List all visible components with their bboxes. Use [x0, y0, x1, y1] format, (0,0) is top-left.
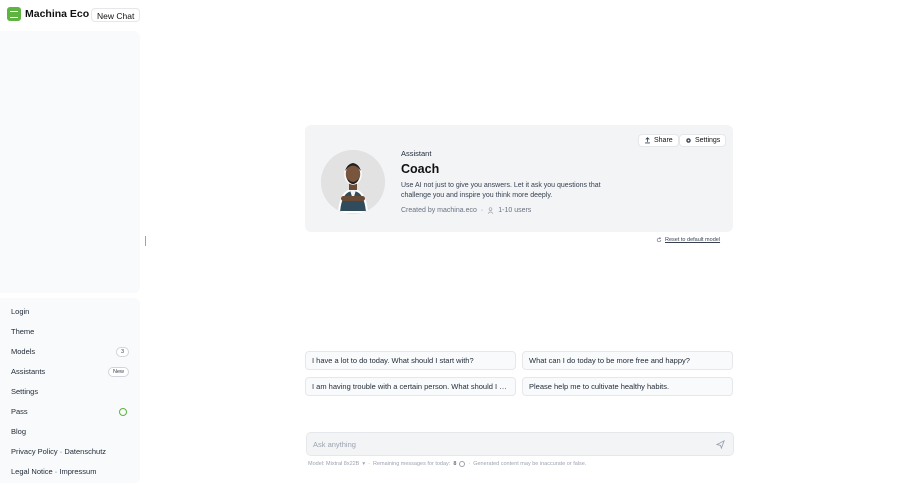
- separator-dot: ·: [480, 207, 484, 214]
- settings-label: Settings: [695, 137, 721, 144]
- sidebar-item-label: Privacy Policy · Datenschutz: [11, 447, 107, 456]
- new-chat-button[interactable]: New Chat: [91, 8, 141, 22]
- chevron-down-icon[interactable]: ▾: [362, 461, 365, 467]
- disclaimer: Generated content may be inaccurate or f…: [473, 461, 587, 467]
- users-icon: [487, 207, 494, 214]
- reset-label: Reset to default model: [665, 237, 721, 243]
- refresh-icon: [656, 237, 662, 243]
- new-badge: New: [107, 367, 129, 377]
- footer-status: Model: Mixtral 8x22B ▾ · Remaining messa…: [308, 461, 586, 467]
- share-button[interactable]: Share: [638, 134, 679, 147]
- sidebar-item-login[interactable]: Login: [11, 306, 129, 318]
- chat-bubble-logo-icon: [7, 7, 21, 21]
- assistant-card: Share Settings Assistant Coach Use AI no…: [305, 125, 733, 232]
- info-icon[interactable]: [459, 461, 466, 467]
- separator-dot: ·: [468, 461, 471, 467]
- ask-input[interactable]: [313, 438, 703, 451]
- sidebar-item-settings[interactable]: Settings: [11, 386, 129, 398]
- sidebar-item-privacy-policy[interactable]: Privacy Policy · Datenschutz: [11, 446, 129, 458]
- reset-model-link[interactable]: Reset to default model: [656, 237, 720, 243]
- sidebar-history-panel: [0, 31, 140, 293]
- sidebar-item-label: Legal Notice · Impressum: [11, 467, 97, 476]
- separator-dot: ·: [368, 461, 370, 467]
- sidebar-item-label: Settings: [11, 387, 39, 396]
- gear-icon: [686, 138, 691, 143]
- sidebar-collapse-handle[interactable]: [145, 236, 146, 246]
- composer: [306, 432, 734, 456]
- assistant-description: Use AI not just to give you answers. Let…: [401, 182, 601, 199]
- user-count: 1-10 users: [498, 207, 532, 214]
- check-circle-icon: [119, 408, 127, 416]
- sidebar-item-models[interactable]: Models 3: [11, 346, 129, 358]
- suggestion-chip[interactable]: What can I do today to be more free and …: [522, 351, 733, 370]
- send-icon[interactable]: [716, 440, 725, 449]
- settings-button[interactable]: Settings: [679, 134, 727, 147]
- sidebar-item-label: Blog: [11, 427, 27, 436]
- suggestion-chip[interactable]: I am having trouble with a certain perso…: [305, 377, 516, 396]
- model-selector[interactable]: Model: Mixtral 8x22B: [308, 461, 359, 467]
- suggestion-chip[interactable]: I have a lot to do today. What should I …: [305, 351, 516, 370]
- remaining-label: Remaining messages for today:: [372, 461, 451, 467]
- assistant-kicker: Assistant: [401, 149, 432, 158]
- top-bar: Machina Eco New Chat: [0, 0, 900, 30]
- sidebar-menu: Login Theme Models 3 Assistants New Sett…: [0, 298, 140, 483]
- coach-avatar: [321, 150, 385, 214]
- sidebar-item-theme[interactable]: Theme: [11, 326, 129, 338]
- sidebar-item-blog[interactable]: Blog: [11, 426, 129, 438]
- remaining-count: 8: [453, 461, 457, 467]
- sidebar-item-pass[interactable]: Pass: [11, 406, 129, 418]
- assistant-name: Coach: [401, 162, 440, 176]
- brand-logo[interactable]: Machina Eco: [7, 7, 89, 21]
- sidebar-item-label: Pass: [11, 407, 28, 416]
- share-icon: [645, 137, 650, 144]
- share-label: Share: [654, 137, 673, 144]
- suggestion-chip[interactable]: Please help me to cultivate healthy habi…: [522, 377, 733, 396]
- created-by[interactable]: Created by machina.eco: [401, 207, 477, 214]
- assistant-meta: Created by machina.eco · 1-10 users: [401, 207, 531, 214]
- sidebar-item-label: Login: [11, 307, 30, 316]
- brand-name: Machina Eco: [25, 8, 90, 20]
- sidebar-item-label: Assistants: [11, 367, 46, 376]
- sidebar-item-label: Models: [11, 347, 36, 356]
- sidebar-item-legal-notice[interactable]: Legal Notice · Impressum: [11, 466, 129, 478]
- sidebar-item-assistants[interactable]: Assistants New: [11, 366, 129, 378]
- sidebar-item-label: Theme: [11, 327, 35, 336]
- models-count-badge: 3: [115, 347, 129, 357]
